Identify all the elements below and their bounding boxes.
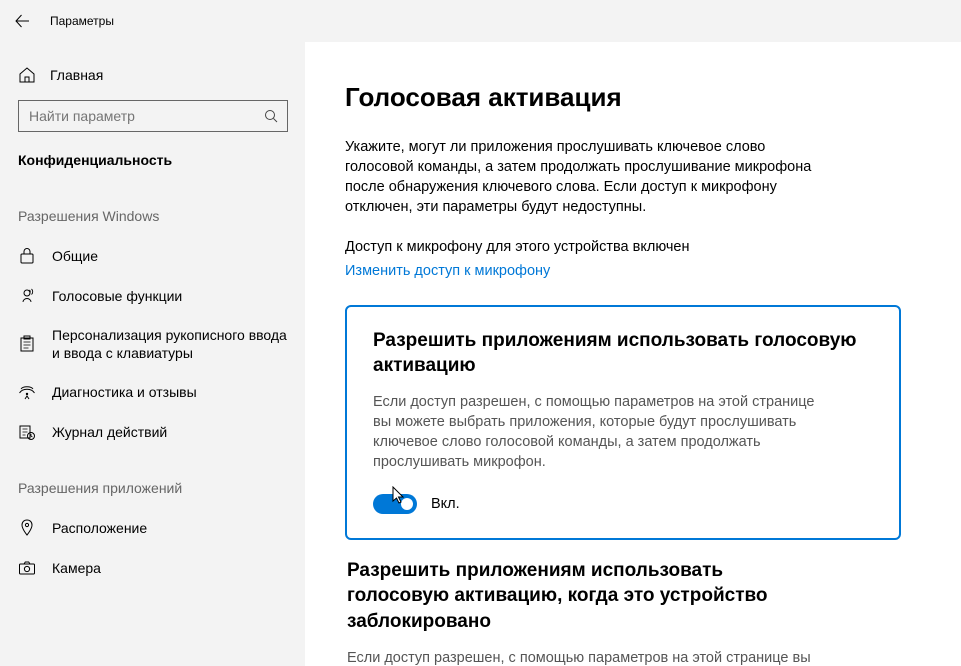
- sidebar-item-location[interactable]: Расположение: [0, 508, 305, 548]
- toggle-label: Вкл.: [431, 496, 460, 512]
- voice-activation-setting: Разрешить приложениям использовать голос…: [345, 305, 901, 540]
- sidebar-item-label: Голосовые функции: [52, 287, 182, 305]
- sidebar-item-camera[interactable]: Камера: [0, 548, 305, 588]
- sidebar: Главная Конфиденциальность Разрешения Wi…: [0, 42, 305, 666]
- sidebar-item-label: Расположение: [52, 519, 147, 537]
- group-header-windows: Разрешения Windows: [0, 198, 305, 236]
- sidebar-item-label: Камера: [52, 559, 101, 577]
- sidebar-item-activity[interactable]: Журнал действий: [0, 412, 305, 452]
- feedback-icon: [18, 383, 36, 401]
- location-icon: [18, 519, 36, 537]
- sidebar-item-label: Журнал действий: [52, 423, 167, 441]
- sidebar-item-label: Диагностика и отзывы: [52, 383, 197, 401]
- voice-activation-locked-setting: Разрешить приложениям использовать голос…: [345, 558, 901, 666]
- sidebar-item-diagnostics[interactable]: Диагностика и отзывы: [0, 372, 305, 412]
- page-title: Голосовая активация: [345, 82, 901, 113]
- search-box[interactable]: [18, 100, 288, 132]
- sidebar-current-section: Конфиденциальность: [0, 150, 305, 198]
- search-input[interactable]: [19, 108, 255, 124]
- arrow-left-icon: [14, 13, 30, 29]
- home-icon: [18, 66, 36, 84]
- camera-icon: [18, 560, 36, 576]
- speech-icon: [18, 287, 36, 305]
- sidebar-item-label: Общие: [52, 247, 98, 265]
- history-icon: [18, 423, 36, 441]
- lock-icon: [18, 247, 36, 265]
- window-title: Параметры: [44, 14, 114, 28]
- sidebar-home[interactable]: Главная: [0, 60, 305, 100]
- clipboard-icon: [18, 335, 36, 353]
- back-button[interactable]: [0, 0, 44, 42]
- sidebar-item-general[interactable]: Общие: [0, 236, 305, 276]
- sidebar-item-inking[interactable]: Персонализация рукописного ввода и ввода…: [0, 316, 305, 372]
- setting-title: Разрешить приложениям использовать голос…: [373, 329, 873, 378]
- setting-desc: Если доступ разрешен, с помощью параметр…: [373, 392, 833, 472]
- titlebar: Параметры: [0, 0, 961, 42]
- group-header-apps: Разрешения приложений: [0, 452, 305, 508]
- search-icon: [255, 108, 287, 124]
- change-mic-access-link[interactable]: Изменить доступ к микрофону: [345, 263, 901, 279]
- intro-text: Укажите, могут ли приложения прослушиват…: [345, 137, 825, 217]
- mic-status: Доступ к микрофону для этого устройства …: [345, 239, 901, 255]
- voice-activation-toggle[interactable]: [373, 494, 417, 514]
- sidebar-item-label: Персонализация рукописного ввода и ввода…: [52, 326, 287, 362]
- setting-desc: Если доступ разрешен, с помощью параметр…: [347, 648, 827, 666]
- sidebar-home-label: Главная: [50, 67, 103, 83]
- setting-title: Разрешить приложениям использовать голос…: [347, 558, 827, 633]
- sidebar-item-speech[interactable]: Голосовые функции: [0, 276, 305, 316]
- main-content: Голосовая активация Укажите, могут ли пр…: [305, 42, 961, 666]
